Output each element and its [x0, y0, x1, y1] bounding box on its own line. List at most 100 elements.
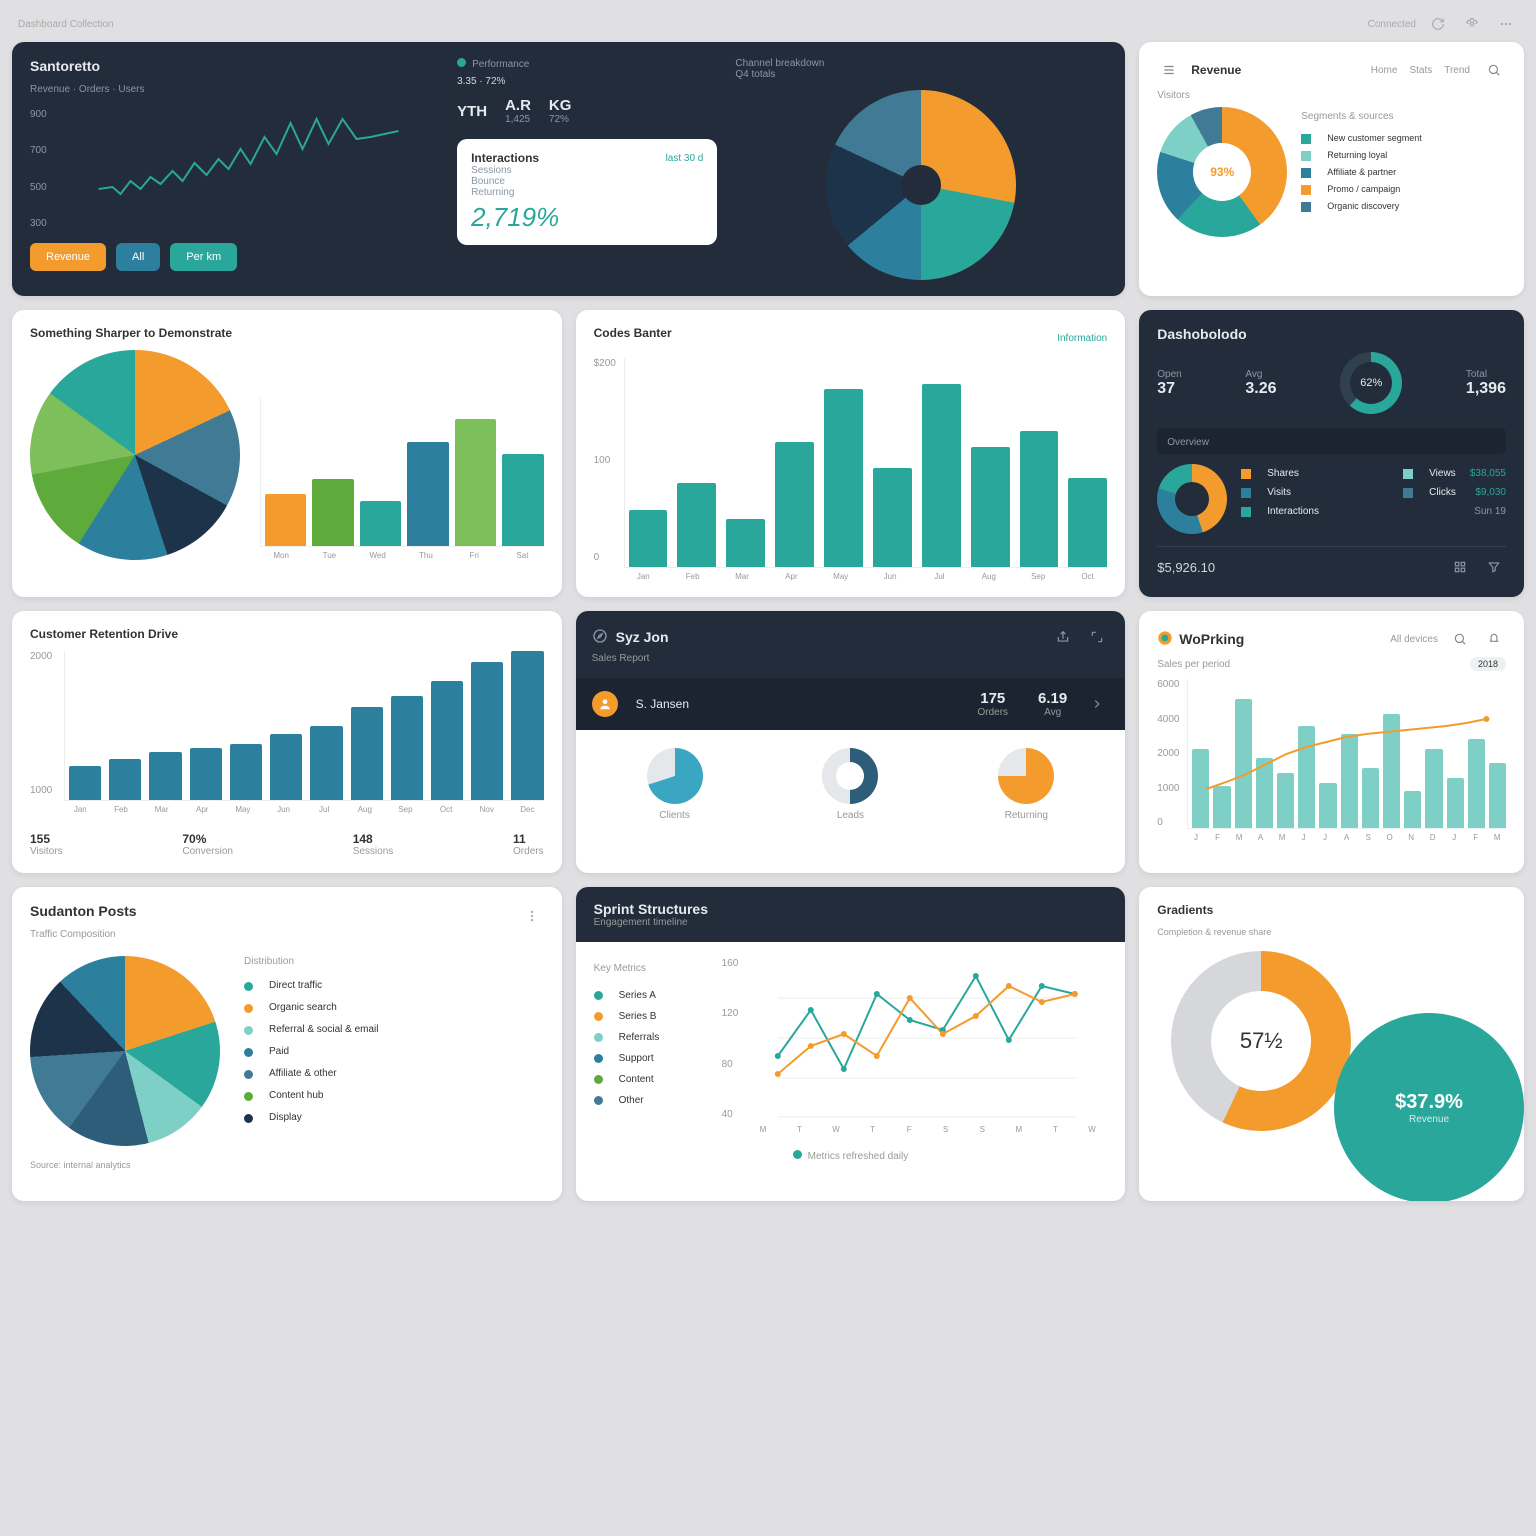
nav-item[interactable]: Stats: [1409, 65, 1432, 76]
legend-item: Visits: [1267, 483, 1291, 502]
c5-title: Syz Jon: [616, 629, 669, 645]
search-icon[interactable]: [1448, 627, 1472, 651]
filter-icon[interactable]: [1482, 555, 1506, 579]
r4-inner-big: $37.9%: [1395, 1091, 1463, 1114]
c7-title: Sprint Structures: [594, 901, 1108, 917]
xlabel: Apr: [772, 572, 811, 581]
xlabel: J: [1445, 833, 1463, 842]
subcard-title: Interactions: [471, 151, 539, 165]
more-icon[interactable]: [520, 904, 544, 928]
xlabel: Mar: [145, 805, 178, 814]
legend-item: Shares: [1267, 464, 1299, 483]
legend-item: Series A: [619, 985, 656, 1006]
bar: [775, 442, 814, 567]
btn-all[interactable]: All: [116, 243, 160, 271]
yaxis-label: 80: [722, 1059, 739, 1070]
legend-item: Content: [619, 1069, 654, 1090]
xlabel: N: [1402, 833, 1420, 842]
xlabel: M: [748, 1125, 779, 1134]
xlabel: M: [1004, 1125, 1035, 1134]
stat-value: 3.26: [1245, 380, 1276, 398]
r4-circle: $37.9% Revenue: [1334, 1013, 1524, 1201]
card-retention: Customer Retention Drive 2000 1000 JanFe…: [12, 611, 562, 873]
bar: [1447, 778, 1464, 828]
xlabel: Jan: [624, 572, 663, 581]
c5-strap: Sales Report: [592, 653, 1110, 664]
refresh-icon[interactable]: [1426, 12, 1450, 36]
metric-l: Conversion: [182, 846, 233, 857]
c6-pie: [30, 956, 220, 1146]
card-syzjon: Syz Jon Sales Report S. Jansen 175Orders…: [576, 611, 1126, 873]
bar: [824, 389, 863, 567]
c7-footer: Metrics refreshed daily: [808, 1151, 909, 1162]
xlabel: D: [1424, 833, 1442, 842]
xlabel: F: [1209, 833, 1227, 842]
xlabel: Sep: [389, 805, 422, 814]
xlabel: Jun: [870, 572, 909, 581]
more-icon[interactable]: [1494, 12, 1518, 36]
c2-pie: [30, 350, 240, 560]
xlabel: Jul: [308, 805, 341, 814]
mini-donut: [822, 748, 878, 804]
legend-item: Views: [1429, 464, 1456, 483]
legend-item: Direct traffic: [269, 975, 322, 997]
metric-k: 11: [513, 832, 544, 846]
nav-item[interactable]: Trend: [1444, 65, 1470, 76]
bar: [873, 468, 912, 567]
value-item: $9,030: [1470, 483, 1506, 502]
bell-icon[interactable]: [1482, 627, 1506, 651]
c5-user: S. Jansen: [636, 697, 968, 711]
r1-sub: Visitors: [1157, 90, 1506, 101]
bar: [1489, 763, 1506, 828]
value-item: Sun 19: [1470, 502, 1506, 521]
card-dashobolodo: Dashobolodo Open37 Avg3.26 62% Total1,39…: [1139, 310, 1524, 597]
stat-label: Avg: [1245, 369, 1276, 380]
r4-donut: 57½: [1171, 951, 1351, 1131]
legend-item: Affiliate & other: [269, 1063, 337, 1085]
mini-donut: [998, 748, 1054, 804]
xlabel: Mon: [260, 551, 302, 560]
card-revenue-mini: Revenue Home Stats Trend Visitors 93% Se…: [1139, 42, 1524, 296]
r2-gauge: 62%: [1340, 352, 1402, 414]
c3-small[interactable]: Information: [1057, 333, 1107, 344]
legend-item: Content hub: [269, 1085, 324, 1107]
metric-label: KG: [549, 97, 572, 114]
legend-item: Support: [619, 1048, 654, 1069]
bar: [1256, 758, 1273, 828]
menu-icon[interactable]: [1157, 58, 1181, 82]
yaxis-label: 1000: [30, 785, 52, 796]
value-item: $38,055: [1470, 464, 1506, 483]
bar: [1298, 726, 1315, 828]
search-icon[interactable]: [1482, 58, 1506, 82]
stat-label: Total: [1466, 369, 1506, 380]
share-icon[interactable]: [1051, 625, 1075, 649]
stat-l: Orders: [977, 707, 1008, 718]
c6-sub: Traffic Composition: [30, 929, 544, 940]
r3-badge[interactable]: 2018: [1470, 657, 1506, 671]
metric-label: A.R: [505, 97, 531, 114]
legend-item: Clicks: [1429, 483, 1456, 502]
btn-perkm[interactable]: Per km: [170, 243, 237, 271]
r4-center: 57½: [1240, 1028, 1283, 1054]
r2-tab[interactable]: Overview: [1167, 437, 1209, 448]
xlabel: T: [1040, 1125, 1071, 1134]
metric-k: 155: [30, 832, 63, 846]
legend-item: Affiliate & partner: [1327, 164, 1396, 181]
c1-pie-sub: Q4 totals: [735, 69, 1107, 80]
xlabel: M: [1230, 833, 1248, 842]
mini-label: Returning: [998, 810, 1054, 821]
bar: [431, 681, 463, 800]
card-sudanton: Sudanton Posts Traffic Composition Distr…: [12, 887, 562, 1201]
settings-icon[interactable]: [1460, 12, 1484, 36]
xlabel: Apr: [186, 805, 219, 814]
btn-revenue[interactable]: Revenue: [30, 243, 106, 271]
nav-item[interactable]: Home: [1371, 65, 1398, 76]
xlabel: Feb: [105, 805, 138, 814]
chevron-right-icon[interactable]: [1085, 692, 1109, 716]
grid-icon[interactable]: [1448, 555, 1472, 579]
c6-section: Distribution: [244, 956, 544, 967]
yaxis-label: 120: [722, 1008, 739, 1019]
legend-item: Series B: [619, 1006, 657, 1027]
card-demonstrate: Something Sharper to Demonstrate Mon Tue…: [12, 310, 562, 597]
expand-icon[interactable]: [1085, 625, 1109, 649]
